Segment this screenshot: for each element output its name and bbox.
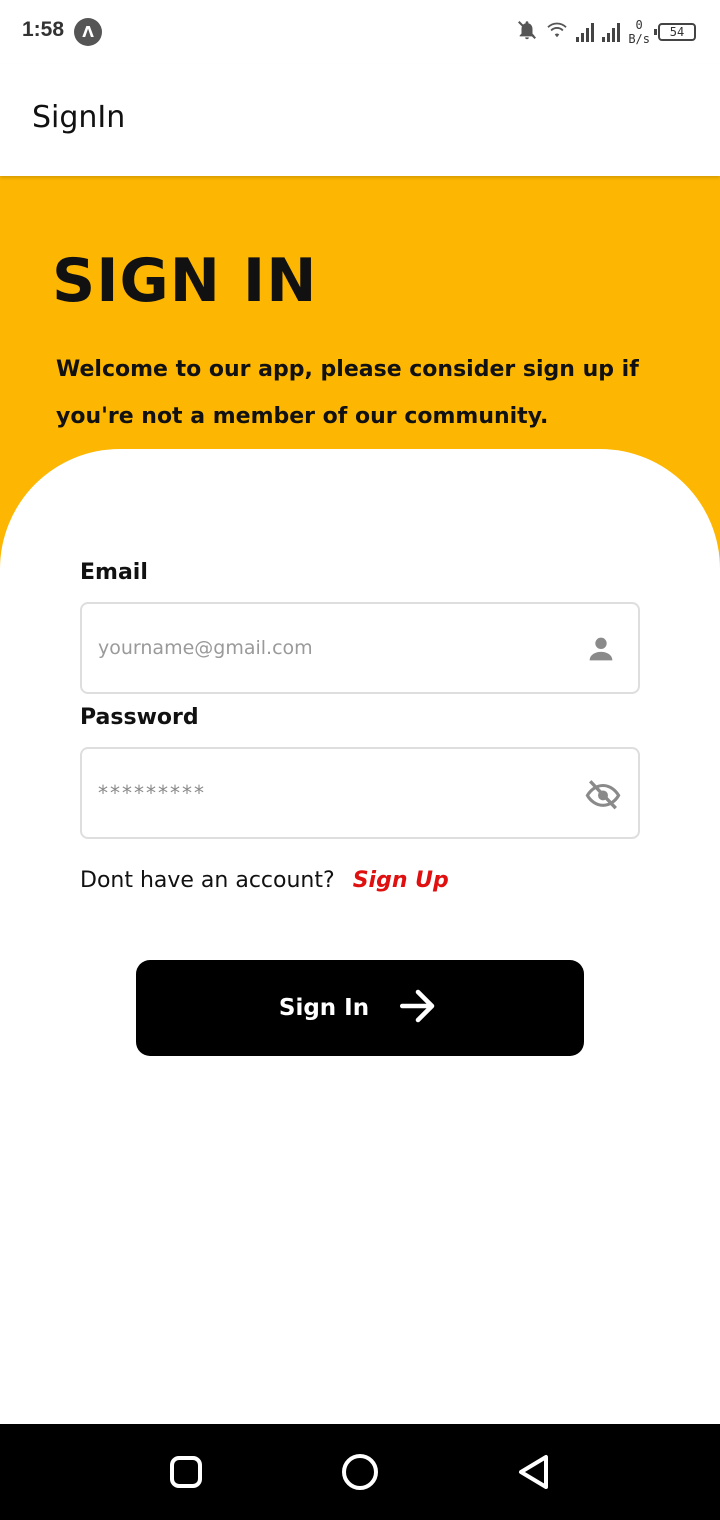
hero-title: SIGN IN xyxy=(52,246,318,316)
signin-form-card xyxy=(0,449,720,1424)
hero-subtitle: Welcome to our app, please consider sign… xyxy=(56,357,639,429)
password-field-container xyxy=(80,747,640,839)
app-notification-icon: Λ xyxy=(74,18,102,46)
status-time: 1:58 xyxy=(22,18,65,41)
password-label: Password xyxy=(80,705,199,730)
status-bar: 1:58 Λ 0 B/s 54 xyxy=(0,0,720,64)
recents-icon[interactable] xyxy=(166,1452,206,1492)
person-icon xyxy=(584,632,618,666)
signin-button-label: Sign In xyxy=(278,995,370,1021)
eye-off-icon[interactable] xyxy=(584,777,621,811)
app-bar: SignIn xyxy=(0,64,720,176)
wifi-icon xyxy=(546,21,568,43)
account-prompt-text: Dont have an account? xyxy=(80,868,335,893)
signal-icon xyxy=(602,22,621,42)
page-title: SignIn xyxy=(32,100,126,135)
email-label: Email xyxy=(80,560,148,585)
password-field[interactable] xyxy=(98,773,558,813)
battery-icon: 54 xyxy=(654,23,696,41)
signin-button[interactable]: Sign In xyxy=(136,960,584,1056)
status-icons: 0 B/s 54 xyxy=(516,14,696,50)
network-speed-value: 0 xyxy=(635,18,643,32)
notifications-off-icon xyxy=(516,19,538,45)
signup-link[interactable]: Sign Up xyxy=(353,868,449,893)
signal-icon xyxy=(576,22,595,42)
network-speed: 0 B/s xyxy=(628,18,650,46)
email-field-container xyxy=(80,602,640,694)
arrow-right-icon xyxy=(395,985,441,1031)
back-icon[interactable] xyxy=(514,1452,554,1492)
network-speed-unit: B/s xyxy=(628,32,650,46)
email-field[interactable] xyxy=(98,628,558,668)
signup-prompt-row: Dont have an account? Sign Up xyxy=(80,868,449,893)
system-nav-bar xyxy=(0,1424,720,1520)
home-icon[interactable] xyxy=(340,1452,380,1492)
